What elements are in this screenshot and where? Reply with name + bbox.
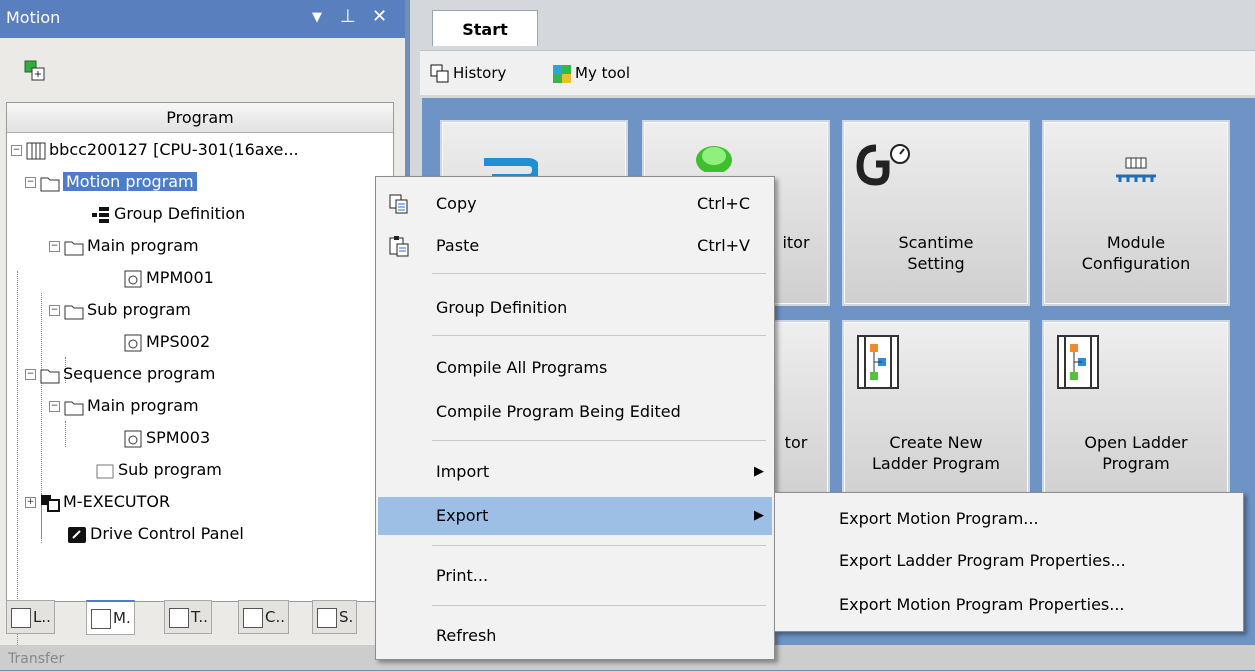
folder-icon bbox=[64, 305, 84, 319]
paste-icon bbox=[389, 236, 409, 257]
tree-node-m-executor[interactable]: + M-EXECUTOR bbox=[25, 487, 170, 517]
panel-title-bar: Motion ▼ ⊥ ✕ bbox=[0, 0, 405, 38]
panel-title: Motion bbox=[6, 8, 61, 27]
ladder-tab-icon bbox=[11, 607, 31, 628]
menu-print[interactable]: Print... bbox=[378, 557, 772, 595]
context-menu: Copy Ctrl+C Paste Ctrl+V Group Definitio… bbox=[375, 176, 775, 660]
tree-node-spm003[interactable]: SPM003 bbox=[123, 423, 210, 453]
submenu-export-motion-properties[interactable]: Export Motion Program Properties... bbox=[777, 585, 1241, 625]
tree-guide bbox=[65, 421, 66, 447]
program-file-icon bbox=[124, 270, 142, 287]
menu-separator bbox=[432, 545, 766, 546]
menu-copy[interactable]: Copy Ctrl+C bbox=[378, 185, 772, 223]
folder-icon bbox=[64, 401, 84, 415]
status-text: Transfer bbox=[8, 651, 65, 667]
tab-system[interactable]: S. bbox=[312, 600, 358, 634]
close-icon[interactable]: ✕ bbox=[372, 6, 387, 27]
tree-node-group-definition[interactable]: Group Definition bbox=[91, 199, 245, 229]
submenu-arrow-icon: ▶ bbox=[754, 464, 764, 479]
system-tab-icon bbox=[317, 607, 337, 628]
cpu-icon bbox=[26, 142, 46, 159]
tree-node-seq-main-program[interactable]: − Main program bbox=[49, 391, 199, 421]
tab-table[interactable]: T.. bbox=[164, 600, 212, 634]
tab-motion[interactable]: M. bbox=[86, 600, 135, 635]
tree-node-project[interactable]: − bbcc200127 [CPU-301(16axe... bbox=[11, 135, 299, 165]
submenu-arrow-icon: ▶ bbox=[754, 508, 764, 523]
tree-node-seq-sub-program[interactable]: Sub program bbox=[95, 455, 222, 485]
tree-node-mps002[interactable]: MPS002 bbox=[123, 327, 210, 357]
program-file-icon bbox=[124, 334, 142, 351]
history-button[interactable]: History bbox=[430, 61, 506, 85]
my-tool-button[interactable]: My tool bbox=[552, 61, 630, 85]
history-icon bbox=[430, 64, 449, 82]
menu-group-definition[interactable]: Group Definition bbox=[378, 289, 772, 327]
table-tab-icon bbox=[169, 607, 189, 628]
menu-compile-being-edited[interactable]: Compile Program Being Edited bbox=[378, 393, 772, 431]
tree-node-drive-control-panel[interactable]: Drive Control Panel bbox=[67, 519, 244, 549]
my-tool-icon bbox=[553, 64, 571, 83]
tree-node-main-program[interactable]: − Main program bbox=[49, 231, 199, 261]
menu-separator bbox=[432, 605, 766, 606]
program-file-icon bbox=[96, 464, 114, 478]
executor-icon bbox=[41, 494, 60, 512]
module-config-icon bbox=[1116, 157, 1156, 182]
folder-icon bbox=[40, 177, 60, 191]
menu-paste[interactable]: Paste Ctrl+V bbox=[378, 227, 772, 265]
ladder-program-icon bbox=[1057, 335, 1099, 389]
panel-toolbar bbox=[0, 46, 405, 96]
ladder-program-icon bbox=[857, 335, 899, 389]
program-file-icon bbox=[124, 430, 142, 447]
panel-tabs: L.. M. T.. C.. S. bbox=[6, 600, 386, 635]
pin-icon[interactable]: ⊥ bbox=[340, 6, 356, 27]
tree-node-motion-program[interactable]: − Motion program bbox=[25, 167, 197, 197]
new-program-icon[interactable] bbox=[24, 60, 46, 82]
menu-separator bbox=[432, 273, 766, 274]
submenu-export-ladder-properties[interactable]: Export Ladder Program Properties... bbox=[777, 541, 1241, 581]
tile-create-new-ladder[interactable]: Create New Ladder Program bbox=[842, 320, 1030, 506]
copy-icon bbox=[389, 194, 408, 214]
tile-module-configuration[interactable]: Module Configuration bbox=[1042, 120, 1230, 306]
tree-node-mpm001[interactable]: MPM001 bbox=[123, 263, 214, 293]
submenu-export-motion-program[interactable]: Export Motion Program... bbox=[777, 499, 1241, 539]
group-definition-icon bbox=[92, 206, 109, 223]
export-submenu: Export Motion Program... Export Ladder P… bbox=[774, 492, 1244, 632]
tile-open-ladder[interactable]: Open Ladder Program bbox=[1042, 320, 1230, 506]
start-toolbar: History My tool bbox=[420, 50, 1255, 95]
program-tree: Program − bbcc200127 [CPU-301(16axe... − M… bbox=[6, 102, 394, 671]
tree-node-sub-program[interactable]: − Sub program bbox=[49, 295, 191, 325]
motion-panel: Motion ▼ ⊥ ✕ Program − bbcc200127 [CPU-30… bbox=[0, 0, 405, 671]
folder-icon bbox=[40, 369, 60, 383]
menu-compile-all[interactable]: Compile All Programs bbox=[378, 349, 772, 387]
tile-scantime-setting[interactable]: Scantime Setting bbox=[842, 120, 1030, 306]
tab-c[interactable]: C.. bbox=[238, 600, 290, 634]
menu-separator bbox=[432, 440, 766, 441]
tab-ladder[interactable]: L.. bbox=[6, 600, 55, 634]
tree-header: Program bbox=[7, 103, 393, 133]
folder-icon bbox=[64, 241, 84, 255]
scantime-icon bbox=[856, 144, 910, 186]
monitor-tile-icon bbox=[696, 146, 732, 172]
menu-import[interactable]: Import ▶ bbox=[378, 453, 772, 491]
tab-start[interactable]: Start bbox=[432, 10, 538, 46]
dropdown-icon[interactable]: ▼ bbox=[312, 10, 322, 25]
menu-export[interactable]: Export ▶ bbox=[378, 497, 772, 535]
motion-tab-icon bbox=[91, 608, 111, 629]
tree-node-sequence-program[interactable]: − Sequence program bbox=[25, 359, 215, 389]
drive-control-icon bbox=[68, 526, 86, 543]
c-tab-icon bbox=[243, 607, 263, 628]
menu-separator bbox=[432, 335, 766, 336]
menu-refresh[interactable]: Refresh bbox=[378, 617, 772, 655]
